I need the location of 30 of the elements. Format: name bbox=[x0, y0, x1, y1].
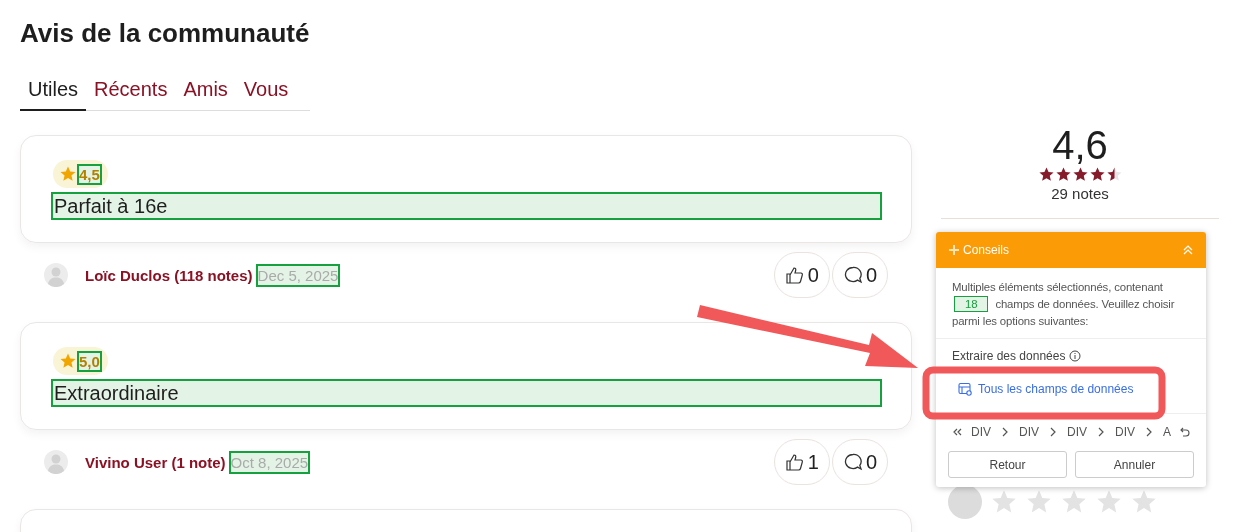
tab[interactable]: Amis bbox=[175, 78, 236, 111]
review-date: Dec 5, 2025 bbox=[257, 265, 339, 285]
comment-button[interactable]: 0 bbox=[831, 252, 888, 298]
tab[interactable]: Utiles bbox=[20, 78, 86, 111]
section-label: Extraire des données bbox=[952, 349, 1066, 363]
breadcrumb-item[interactable]: DIV bbox=[1115, 425, 1136, 439]
review-text: Extraordinaire bbox=[53, 381, 880, 405]
option-link[interactable]: Tous les champs de données bbox=[958, 382, 1134, 396]
breadcrumb-item[interactable]: DIV bbox=[1019, 425, 1040, 439]
review-text: Parfait à 16e bbox=[53, 194, 880, 218]
rating-value: 4,5 bbox=[79, 165, 100, 183]
panel-button[interactable]: Annuler bbox=[1075, 451, 1194, 478]
panel-message: Multiples éléments sélectionnés, contenant 18 champs de données. Veuillez choisir parmi les options suivantes: bbox=[936, 268, 1206, 339]
rating-value: 5,0 bbox=[79, 352, 100, 370]
tab[interactable]: Vous bbox=[235, 78, 297, 111]
breadcrumb-item[interactable]: A bbox=[1163, 425, 1172, 439]
breadcrumb-item[interactable]: DIV bbox=[1067, 425, 1088, 439]
page-title: Avis de la communauté bbox=[20, 18, 311, 48]
comment-button[interactable]: 0 bbox=[831, 439, 888, 485]
panel-title: Conseils bbox=[948, 243, 1010, 257]
tab[interactable]: Récents bbox=[86, 78, 176, 111]
review-date: Oct 8, 2025 bbox=[230, 452, 309, 472]
panel-button[interactable]: Retour bbox=[948, 451, 1067, 478]
author-link[interactable]: Vivino User (1 note) bbox=[85, 453, 226, 471]
average-rating: 4,6 bbox=[1052, 124, 1108, 166]
breadcrumb-item[interactable]: DIV bbox=[971, 425, 991, 439]
like-button[interactable]: 1 bbox=[773, 439, 830, 485]
author-link[interactable]: Loïc Duclos (118 notes) bbox=[85, 266, 253, 284]
like-button[interactable]: 0 bbox=[773, 252, 830, 298]
rating-count: 29 notes bbox=[1051, 185, 1109, 202]
